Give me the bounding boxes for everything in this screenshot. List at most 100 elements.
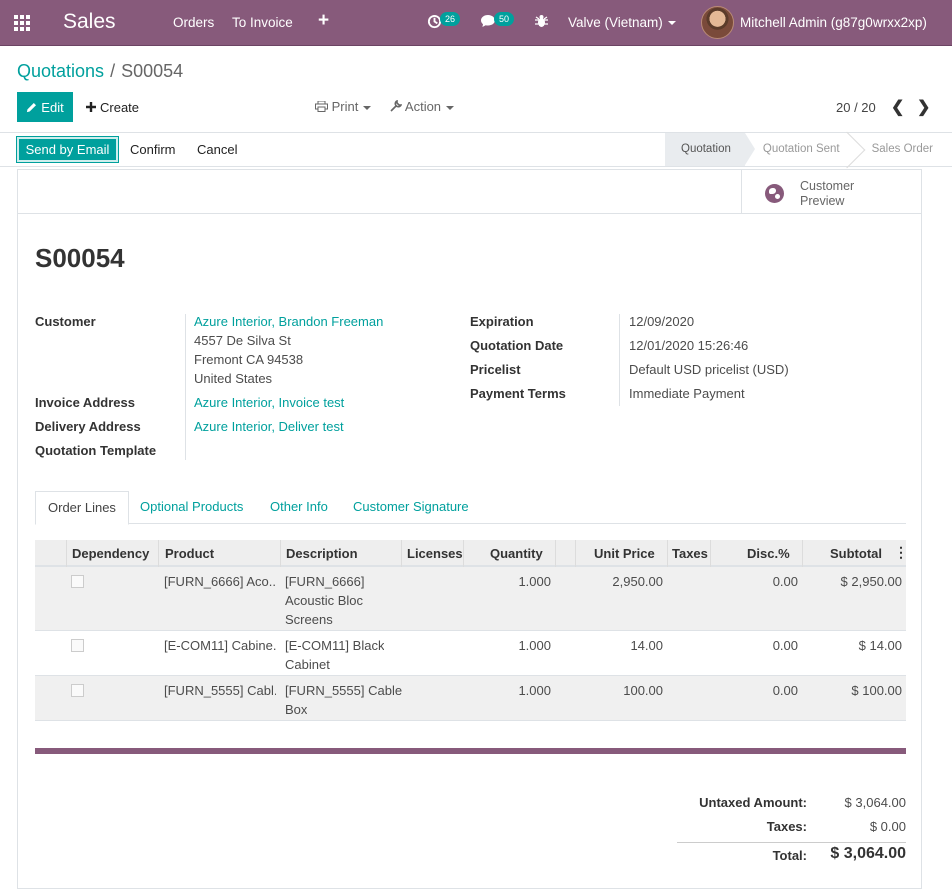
table-row[interactable]: [E-COM11] Cabine... [E-COM11] Black Cabi… — [35, 631, 906, 676]
stage-sales-order[interactable]: Sales Order — [854, 133, 947, 166]
plus-icon[interactable]: + — [318, 10, 329, 32]
action-label: Action — [404, 99, 442, 114]
cell-subtotal: $ 14.00 — [858, 638, 902, 653]
column-divider — [555, 540, 556, 567]
column-dependency[interactable]: Dependency — [72, 546, 149, 561]
bug-icon[interactable] — [535, 14, 548, 32]
invoice-address-field[interactable]: Azure Interior, Invoice test — [194, 395, 344, 410]
dependency-checkbox[interactable] — [71, 575, 84, 588]
column-discount[interactable]: Disc.% — [747, 546, 790, 561]
pager-previous-icon[interactable]: ❮ — [891, 97, 904, 117]
pager-value[interactable]: 20 / 20 — [836, 100, 876, 115]
pencil-icon — [27, 102, 37, 112]
table-row[interactable]: [FURN_5555] Cabl... [FURN_5555] Cable Bo… — [35, 676, 906, 721]
cancel-button[interactable]: Cancel — [197, 142, 237, 157]
control-panel: Quotations / S00054 Edit Create Print Acti… — [0, 47, 952, 133]
cell-unit-price: 14.00 — [630, 638, 663, 653]
plus-icon — [86, 102, 96, 112]
chevron-down-icon — [446, 105, 455, 110]
expiration-field[interactable]: 12/09/2020 — [629, 314, 694, 329]
cell-description: [E-COM11] Black — [285, 638, 385, 653]
customer-address-line2: Fremont CA 94538 — [194, 352, 304, 367]
cell-quantity: 1.000 — [518, 638, 551, 653]
tab-customer-signature[interactable]: Customer Signature — [341, 491, 481, 524]
table-header: Dependency Product Description Licenses … — [35, 540, 908, 567]
column-divider — [667, 540, 668, 567]
customer-address-line3: United States — [194, 371, 273, 386]
user-menu[interactable]: Mitchell Admin (g87g0wrxx2xp) — [740, 15, 927, 30]
column-description[interactable]: Description — [286, 546, 358, 561]
edit-label: Edit — [41, 99, 64, 115]
tab-optional-products[interactable]: Optional Products — [128, 491, 255, 524]
section-divider-bar — [35, 748, 906, 754]
customer-preview-button[interactable]: Customer Preview — [741, 170, 922, 214]
payment-terms-field[interactable]: Immediate Payment — [629, 386, 745, 401]
cell-subtotal: $ 2,950.00 — [840, 574, 902, 589]
stage-quotation-sent[interactable]: Quotation Sent — [745, 133, 854, 166]
cell-product: [FURN_5555] Cabl... — [164, 683, 276, 698]
quotation-template-label: Quotation Template — [35, 443, 157, 458]
cell-description: [FURN_5555] Cable — [285, 683, 403, 698]
breadcrumb-quotations[interactable]: Quotations — [17, 61, 104, 81]
taxes-value: $ 0.00 — [869, 819, 906, 834]
company-switcher[interactable]: Valve (Vietnam) — [568, 15, 676, 30]
pager-next-icon[interactable]: ❯ — [917, 97, 930, 117]
form-sheet: Customer Preview S00054 Customer Azure I… — [17, 169, 922, 889]
optional-columns-icon[interactable]: ⋮ — [894, 544, 908, 561]
print-dropdown[interactable]: Print — [315, 99, 372, 114]
taxes-label: Taxes: — [766, 819, 807, 834]
avatar[interactable] — [701, 6, 734, 39]
apps-grid-icon[interactable] — [14, 15, 32, 31]
app-name[interactable]: Sales — [63, 10, 116, 34]
dependency-checkbox[interactable] — [71, 684, 84, 697]
column-subtotal[interactable]: Subtotal — [830, 546, 882, 561]
column-taxes[interactable]: Taxes — [672, 546, 708, 561]
untaxed-amount-label: Untaxed Amount: — [699, 795, 807, 810]
column-divider — [280, 540, 281, 567]
tab-other-info[interactable]: Other Info — [258, 491, 340, 524]
customer-preview-label: Customer Preview — [800, 179, 855, 208]
activity-count-badge: 26 — [440, 12, 461, 26]
tab-order-lines[interactable]: Order Lines — [35, 491, 129, 525]
column-unit-price[interactable]: Unit Price — [594, 546, 655, 561]
table-row[interactable]: [FURN_6666] Aco... [FURN_6666] Acoustic … — [35, 567, 906, 631]
cell-discount: 0.00 — [772, 638, 798, 653]
customer-address-line1: 4557 De Silva St — [194, 333, 291, 348]
button-box: Customer Preview — [18, 170, 921, 214]
menu-orders[interactable]: Orders — [173, 15, 214, 30]
pricelist-field[interactable]: Default USD pricelist (USD) — [629, 362, 789, 377]
column-quantity[interactable]: Quantity — [490, 546, 543, 561]
customer-field[interactable]: Azure Interior, Brandon Freeman — [194, 314, 383, 329]
notebook-tabs: Order Lines Optional Products Other Info… — [35, 491, 906, 525]
cell-product: [FURN_6666] Aco... — [164, 574, 276, 589]
action-dropdown[interactable]: Action — [390, 99, 455, 114]
edit-button[interactable]: Edit — [17, 92, 73, 122]
send-by-email-button[interactable]: Send by Email — [16, 136, 119, 163]
column-divider — [66, 540, 67, 567]
globe-icon — [765, 184, 784, 203]
column-divider — [802, 540, 803, 567]
chevron-down-icon — [667, 21, 676, 26]
column-product[interactable]: Product — [165, 546, 214, 561]
cell-description: [FURN_6666] — [285, 574, 365, 589]
column-divider — [401, 540, 402, 567]
dependency-checkbox[interactable] — [71, 639, 84, 652]
create-button[interactable]: Create — [86, 92, 139, 122]
total-value: $ 3,064.00 — [830, 845, 906, 862]
column-licenses[interactable]: Licenses — [407, 546, 463, 561]
confirm-button[interactable]: Confirm — [130, 142, 176, 157]
total-label: Total: — [772, 848, 807, 863]
cell-subtotal: $ 100.00 — [851, 683, 902, 698]
quotation-date-field[interactable]: 12/01/2020 15:26:46 — [629, 338, 748, 353]
cell-quantity: 1.000 — [518, 574, 551, 589]
record-title: S00054 — [35, 243, 125, 273]
menu-to-invoice[interactable]: To Invoice — [232, 15, 293, 30]
delivery-address-field[interactable]: Azure Interior, Deliver test — [194, 419, 344, 434]
quotation-date-label: Quotation Date — [470, 338, 564, 353]
stage-quotation[interactable]: Quotation — [665, 133, 755, 166]
payment-terms-label: Payment Terms — [470, 386, 566, 401]
cell-discount: 0.00 — [772, 683, 798, 698]
column-divider — [710, 540, 711, 567]
form-statusbar: Send by Email Confirm Cancel Quotation Q… — [0, 133, 952, 167]
top-navbar: Sales Orders To Invoice + 26 50 Valve (V… — [0, 0, 952, 46]
